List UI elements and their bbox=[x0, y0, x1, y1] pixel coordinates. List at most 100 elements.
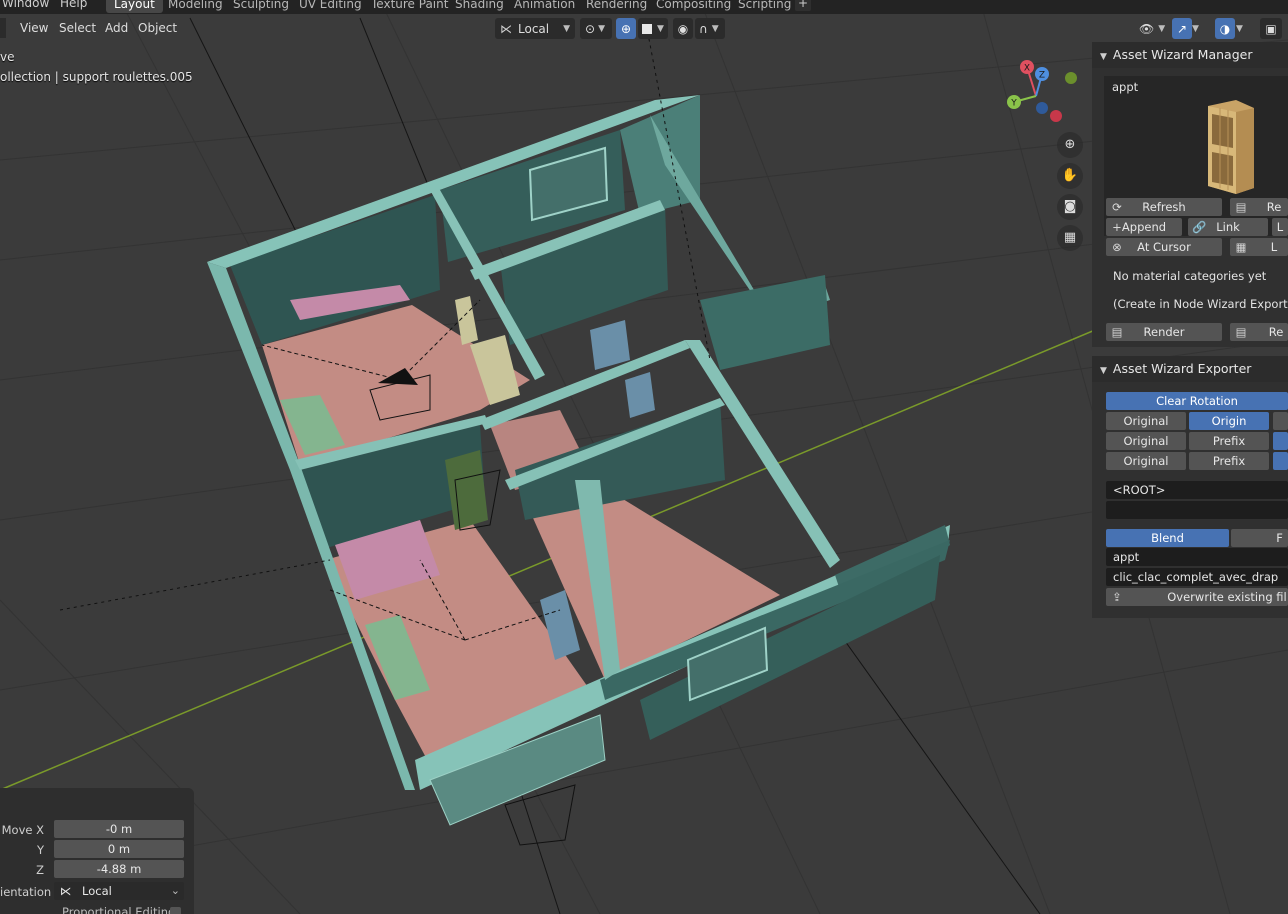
collapse-triangle-icon: ▼ bbox=[1100, 366, 1107, 376]
link-extra-label: L bbox=[1276, 220, 1284, 234]
blend-alt-button[interactable]: F bbox=[1231, 529, 1288, 547]
snap-toggle[interactable]: ⊕ bbox=[616, 18, 636, 39]
orientation-icon: ⋉ bbox=[500, 21, 512, 36]
cursor-icon: ⊗ bbox=[1112, 240, 1122, 254]
row3-original-button[interactable]: Original bbox=[1106, 452, 1186, 470]
link-button[interactable]: 🔗 Link bbox=[1188, 218, 1268, 236]
falloff-curve-icon: ∩ bbox=[699, 21, 708, 36]
plus-icon: + bbox=[1112, 220, 1122, 234]
grid-place-button[interactable]: ▦ L bbox=[1230, 238, 1288, 256]
z-axis-label: Z bbox=[1039, 71, 1045, 81]
tab-shading[interactable]: Shading bbox=[447, 0, 512, 13]
render-button[interactable]: ▤ Render bbox=[1106, 323, 1222, 341]
xray-icon: ▣ bbox=[1265, 21, 1277, 36]
reload-button[interactable]: ▤ Re bbox=[1230, 198, 1288, 216]
refresh-icon: ⟳ bbox=[1112, 200, 1122, 214]
clear-rotation-button[interactable]: Clear Rotation bbox=[1106, 392, 1288, 410]
chevron-down-icon: ▼ bbox=[1236, 23, 1243, 34]
help-menu[interactable]: Help bbox=[60, 0, 87, 10]
no-materials-text: No material categories yet bbox=[1113, 269, 1267, 283]
chevron-down-icon: ⌄ bbox=[170, 884, 180, 897]
y-axis-label: Y bbox=[1010, 99, 1017, 109]
row2-extra-button[interactable] bbox=[1273, 432, 1288, 450]
add-menu[interactable]: Add bbox=[99, 18, 134, 38]
falloff-dropdown[interactable]: ∩ ▼ bbox=[695, 18, 725, 39]
neg-x-dot[interactable] bbox=[1065, 72, 1077, 84]
tab-uv-editing[interactable]: UV Editing bbox=[291, 0, 370, 13]
proportional-editing-label: Proportional Editing bbox=[62, 905, 176, 914]
pivot-point-dropdown[interactable]: ⊙ ▼ bbox=[580, 18, 612, 39]
asset-name-field[interactable]: clic_clac_complet_avec_drap bbox=[1106, 568, 1288, 586]
grid-icon: ▦ bbox=[1235, 240, 1247, 254]
overlays-toggle[interactable]: ◑ bbox=[1215, 18, 1235, 39]
create-hint-text: (Create in Node Wizard Export) bbox=[1113, 297, 1288, 311]
refresh-button[interactable]: ⟳ Refresh bbox=[1106, 198, 1222, 216]
blend-button[interactable]: Blend bbox=[1106, 529, 1229, 547]
chevron-down-icon: ▼ bbox=[598, 23, 605, 34]
empty-field[interactable] bbox=[1106, 501, 1288, 519]
snap-target-dropdown[interactable]: ▼ bbox=[638, 18, 668, 39]
visibility-dropdown[interactable]: 👁 ▼ bbox=[1135, 18, 1173, 39]
overwrite-button[interactable]: ⇪ Overwrite existing fil bbox=[1106, 588, 1288, 606]
tab-texture-paint[interactable]: Texture Paint bbox=[363, 0, 456, 13]
orientation-dropdown[interactable]: ⋉ Local ⌄ bbox=[54, 882, 184, 900]
3d-viewport[interactable]: Window Help Layout Modeling Sculpting UV… bbox=[0, 0, 1288, 914]
tab-scripting[interactable]: Scripting bbox=[730, 0, 799, 13]
square-icon bbox=[642, 23, 652, 34]
proportional-editing-checkbox[interactable] bbox=[170, 907, 181, 914]
tab-layout[interactable]: Layout bbox=[106, 0, 163, 13]
move-z-field[interactable]: -4.88 m bbox=[54, 860, 184, 878]
select-menu[interactable]: Select bbox=[53, 18, 102, 38]
gizmo-icon: ↗ bbox=[1176, 21, 1188, 36]
row1-original-button[interactable]: Original bbox=[1106, 412, 1186, 430]
object-menu[interactable]: Object bbox=[132, 18, 183, 38]
tab-modeling[interactable]: Modeling bbox=[160, 0, 231, 13]
link-extra-button[interactable]: L bbox=[1272, 218, 1288, 236]
row3-extra-button[interactable] bbox=[1273, 452, 1288, 470]
link-label: Link bbox=[1216, 220, 1240, 234]
camera-icon[interactable]: ◙ bbox=[1057, 194, 1083, 220]
move-x-field[interactable]: -0 m bbox=[54, 820, 184, 838]
move-y-field[interactable]: 0 m bbox=[54, 840, 184, 858]
tab-compositing[interactable]: Compositing bbox=[648, 0, 739, 13]
row1-origin-button[interactable]: Origin bbox=[1189, 412, 1269, 430]
tab-rendering[interactable]: Rendering bbox=[578, 0, 655, 13]
root-collection-field[interactable]: <ROOT> bbox=[1106, 481, 1288, 499]
export-category-field[interactable]: appt bbox=[1106, 548, 1288, 566]
asset-wizard-manager-panel: ▼ Asset Wizard Manager appt ⟳ Refresh ▤ Re … bbox=[1092, 42, 1288, 347]
render-label: Render bbox=[1143, 325, 1185, 339]
add-workspace-button[interactable]: + bbox=[795, 0, 811, 11]
window-menu[interactable]: Window bbox=[2, 0, 49, 10]
xray-toggle[interactable]: ▣ bbox=[1260, 18, 1282, 39]
grid-perspective-icon[interactable]: ▦ bbox=[1057, 225, 1083, 251]
neg-y-dot[interactable] bbox=[1050, 110, 1062, 122]
overlays-dropdown[interactable]: ▼ bbox=[1236, 18, 1250, 39]
mode-dropdown-edge[interactable] bbox=[0, 18, 6, 38]
hand-pan-icon[interactable]: ✋ bbox=[1057, 163, 1083, 189]
asset-exporter-header[interactable]: ▼ Asset Wizard Exporter bbox=[1092, 356, 1288, 382]
tab-animation[interactable]: Animation bbox=[506, 0, 583, 13]
clipboard-icon: ▤ bbox=[1235, 200, 1247, 214]
neg-z-dot[interactable] bbox=[1036, 102, 1048, 114]
asset-exporter-title: Asset Wizard Exporter bbox=[1112, 361, 1252, 376]
transform-orientation-dropdown[interactable]: ⋉ Local ▼ bbox=[495, 18, 575, 39]
upload-icon: ⇪ bbox=[1112, 590, 1122, 604]
navigation-gizmo[interactable]: X Z Y bbox=[998, 58, 1088, 128]
row1-extra-button[interactable] bbox=[1273, 412, 1288, 430]
row2-original-button[interactable]: Original bbox=[1106, 432, 1186, 450]
tab-sculpting[interactable]: Sculpting bbox=[225, 0, 297, 13]
gizmo-dropdown[interactable]: ▼ bbox=[1192, 18, 1206, 39]
asset-manager-header[interactable]: ▼ Asset Wizard Manager bbox=[1092, 42, 1288, 68]
at-cursor-button[interactable]: ⊗ At Cursor bbox=[1106, 238, 1222, 256]
render-extra-button[interactable]: ▤ Re bbox=[1230, 323, 1288, 341]
overwrite-label: Overwrite existing fil bbox=[1167, 590, 1287, 604]
proportional-edit-toggle[interactable]: ◉ bbox=[673, 18, 693, 39]
asset-category-label: appt bbox=[1112, 80, 1139, 94]
zoom-icon[interactable]: ⊕ bbox=[1057, 132, 1083, 158]
row2-prefix-button[interactable]: Prefix bbox=[1189, 432, 1269, 450]
gizmo-toggle[interactable]: ↗ bbox=[1172, 18, 1192, 39]
view-menu[interactable]: View bbox=[14, 18, 54, 38]
row3-prefix-button[interactable]: Prefix bbox=[1189, 452, 1269, 470]
append-button[interactable]: + Append bbox=[1106, 218, 1182, 236]
chevron-down-icon: ▼ bbox=[657, 23, 664, 34]
